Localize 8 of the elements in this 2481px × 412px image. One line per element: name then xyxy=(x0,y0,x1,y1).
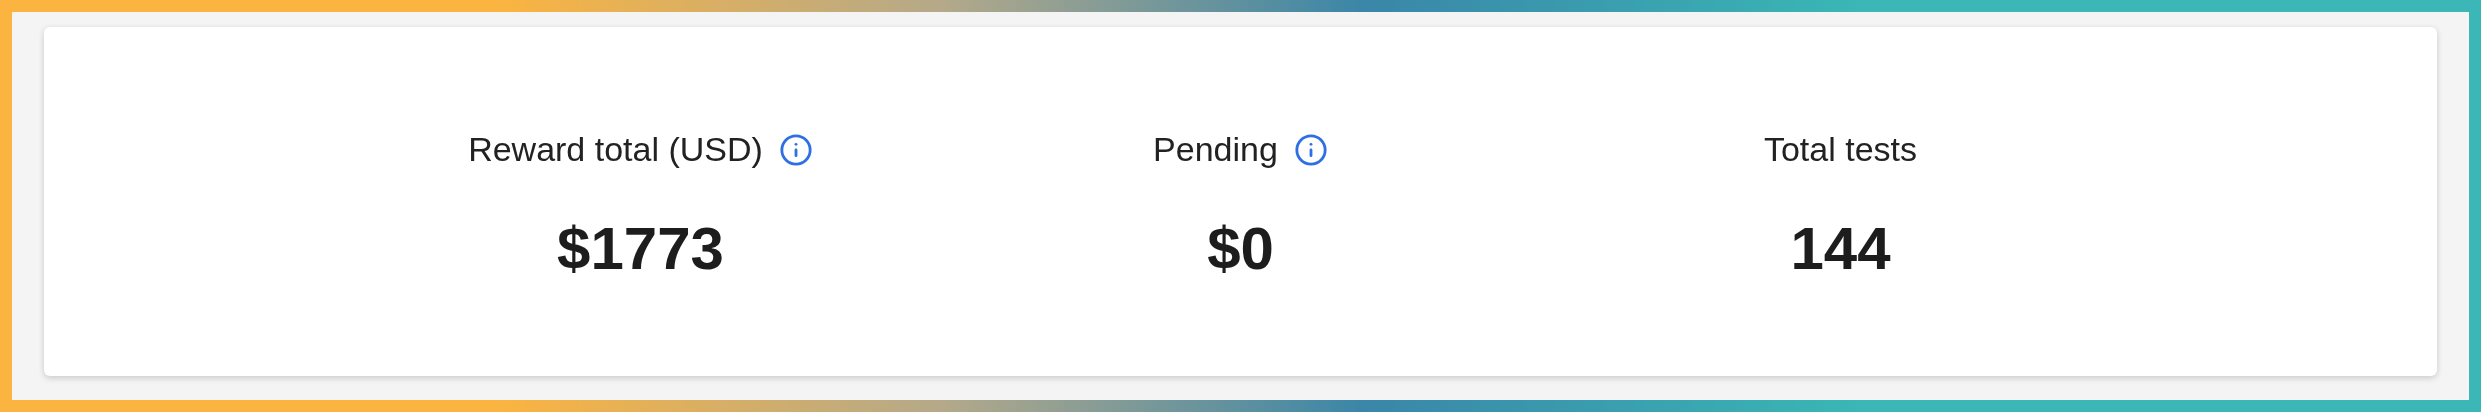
stat-label: Reward total (USD) xyxy=(468,129,763,170)
stat-label: Pending xyxy=(1153,129,1278,170)
stat-value: $1773 xyxy=(557,219,724,279)
stat-value: 144 xyxy=(1790,219,1891,279)
info-icon[interactable] xyxy=(1293,132,1328,167)
stat-label: Total tests xyxy=(1763,129,1918,170)
stat-value: $0 xyxy=(1207,219,1274,279)
info-icon[interactable] xyxy=(778,132,813,167)
